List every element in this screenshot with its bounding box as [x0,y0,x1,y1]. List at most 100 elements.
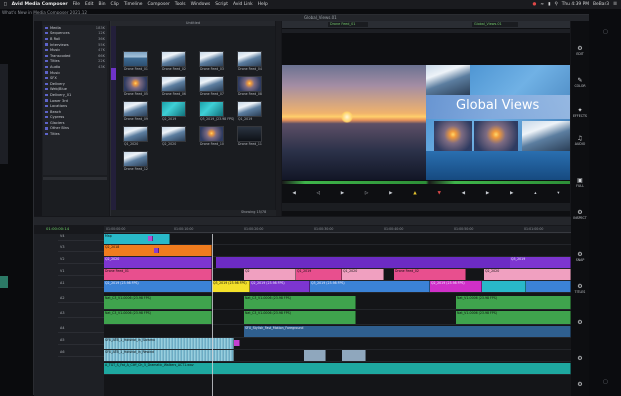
viewer[interactable]: Global Views [282,65,570,180]
expand-icon[interactable]: ▢ [603,29,608,35]
battery-icon[interactable]: ▮ [548,2,550,7]
play-icon[interactable]: ▶ [486,191,489,196]
tool-color[interactable]: ✎ COLOR [571,77,589,88]
clip-thumbnail[interactable]: Drone Feed_11 [237,126,262,146]
apple-icon[interactable]:  [4,2,7,7]
track-header[interactable]: A2 [58,296,104,303]
user-name[interactable]: BeBar3 [593,2,609,7]
timeline-ruler[interactable]: 01:00:00:00 01:00:10:00 01:00:20:00 01:0… [104,226,571,233]
track-header[interactable]: V2 [58,257,104,264]
step-back-icon[interactable]: ◁ [317,191,320,196]
clip[interactable]: Nat_C3_V1-0006 (23.98 FPS) [104,296,212,309]
clip-thumbnail[interactable]: Drone Feed_08 [237,76,262,96]
mark-in-icon[interactable]: ◀ [462,191,465,196]
tool-inspect[interactable]: ⚙ INSPECT [571,209,589,220]
source-clip-name[interactable]: Drone Feed_01 [328,22,368,27]
track-header[interactable]: A6 [58,350,104,357]
clip[interactable] [304,350,326,361]
clip[interactable]: Drone Feed_01 [104,269,212,280]
menu-file[interactable]: File [73,2,80,7]
menu-edit[interactable]: Edit [85,2,94,7]
clip[interactable]: Map [104,234,170,244]
tool-edit[interactable]: ⚙ EDIT [571,45,589,56]
position-bar[interactable] [282,181,570,184]
app-name[interactable]: Avid Media Composer [12,2,68,7]
menu-clip[interactable]: Clip [111,2,119,7]
tool-titles[interactable]: ⚙ TITLES [571,283,589,294]
clip-thumbnail[interactable]: Drone Feed_04 [237,51,262,71]
clip[interactable] [216,257,516,268]
bin-side-tabs[interactable] [34,21,42,216]
tool-settings-2[interactable]: ⚙ [571,381,589,388]
tool-snap[interactable]: ⚙ SNAP [571,251,589,262]
clip[interactable]: Nat_V1-0006 (23.98 FPS) [456,311,571,324]
record-icon[interactable]: ● [533,2,537,7]
mark-out-icon[interactable]: ▶ [389,191,392,196]
menu-composer[interactable]: Composer [147,2,169,7]
corner-icon[interactable]: ▢ [603,379,608,385]
mark-out-icon[interactable]: ▶ [510,191,513,196]
playhead[interactable] [212,234,213,396]
clip[interactable]: Nat_C3_V1-0006 (23.98 FPS) [244,296,356,309]
menu-help[interactable]: Help [258,2,268,7]
clip[interactable]: Q2 [244,269,296,280]
track-header[interactable]: A1 [58,281,104,288]
effect-marker[interactable] [154,248,159,253]
clip-thumbnail[interactable]: Q1_2020 [123,126,148,146]
lift-icon[interactable]: ▴ [534,191,536,196]
search-icon[interactable]: ⚲ [554,2,557,7]
menu-tools[interactable]: Tools [175,2,186,7]
clip-thumbnail[interactable]: Q2_2020 [161,126,186,146]
bin-scrollbar[interactable] [43,177,107,180]
clip[interactable] [526,281,571,292]
tool-settings[interactable]: ⚙ [571,355,589,362]
clip-thumbnail[interactable]: Drone Feed_09 [123,101,148,121]
clip[interactable] [482,281,526,292]
clip[interactable]: SFX_Stylish_Fast_Motion_Foreground [244,326,571,337]
clip[interactable]: Q2_2019 (23.98 FPS) [104,281,212,292]
track-header[interactable]: A4 [58,326,104,333]
clip[interactable]: A_TGT_S_Fat_A_Cliff_Ch_5_Dramatic_Walker… [104,363,571,374]
bin-row[interactable]: Titles [43,131,107,137]
clip[interactable]: Nat_V1-0006 (23.98 FPS) [456,296,571,309]
track-lanes[interactable]: Map Q2_2018 Q2_2020 Q3_2019 Drone Feed_0… [104,234,571,396]
track-header[interactable]: V4 [58,234,104,241]
menu-bin[interactable]: Bin [99,2,106,7]
step-forward-icon[interactable]: ▷ [365,191,368,196]
menu-script[interactable]: Script [215,2,228,7]
timeline-timecode[interactable]: 01:00:00:14 [46,226,69,231]
clip[interactable] [342,350,366,361]
clip-thumbnail[interactable]: Q1_2019 [237,101,262,121]
clip[interactable]: Q1_2020 [342,269,384,280]
tool-audio[interactable]: ♫ AUDIO [571,135,589,146]
menu-timeline[interactable]: Timeline [124,2,143,7]
clip[interactable]: Q3_2019 (23.98 FPS) [310,281,430,292]
bin-tag[interactable] [111,68,116,80]
track-header[interactable]: V1 [58,269,104,276]
bin-divider[interactable] [276,21,281,216]
clip-thumbnail[interactable]: Drone Feed_12 [123,151,148,171]
clip[interactable]: Nat_C3_V1-0006 (23.98 FPS) [104,311,212,324]
timeline-toolbar[interactable] [34,217,571,225]
menu-extras-icon[interactable]: ☰ [613,2,617,7]
clip[interactable]: Drone Feed_02 [394,269,466,280]
clip-thumbnail[interactable]: Q3_2019_(23.98 FPS) [199,101,234,121]
track-header[interactable]: A5 [58,338,104,345]
tool-effects[interactable]: ✦ EFFECTS [571,107,589,118]
clip-thumbnail[interactable]: Drone Feed_06 [161,76,186,96]
track-header[interactable]: V3 [58,245,104,252]
play-icon[interactable]: ▶ [341,191,344,196]
track-header[interactable]: A3 [58,311,104,318]
clip-thumbnail[interactable]: Drone Feed_02 [161,51,186,71]
overwrite-icon[interactable]: ▼ [437,191,440,196]
menu-avid-link[interactable]: Avid Link [233,2,253,7]
clip[interactable]: SFX_ATB_1_Hotshot_in_Slowmo [104,338,234,349]
clip[interactable]: Q1_2019 [296,269,342,280]
clip[interactable]: Q2_2020 [484,269,571,280]
clip-thumbnail[interactable]: Drone Feed_01 [123,51,148,71]
clip[interactable]: Q3_2019 [510,257,571,268]
extract-icon[interactable]: ▾ [557,191,559,196]
menu-windows[interactable]: Windows [191,2,211,7]
effect-marker[interactable] [234,340,240,346]
clip-thumbnail[interactable]: Q2_2019 [161,101,186,121]
